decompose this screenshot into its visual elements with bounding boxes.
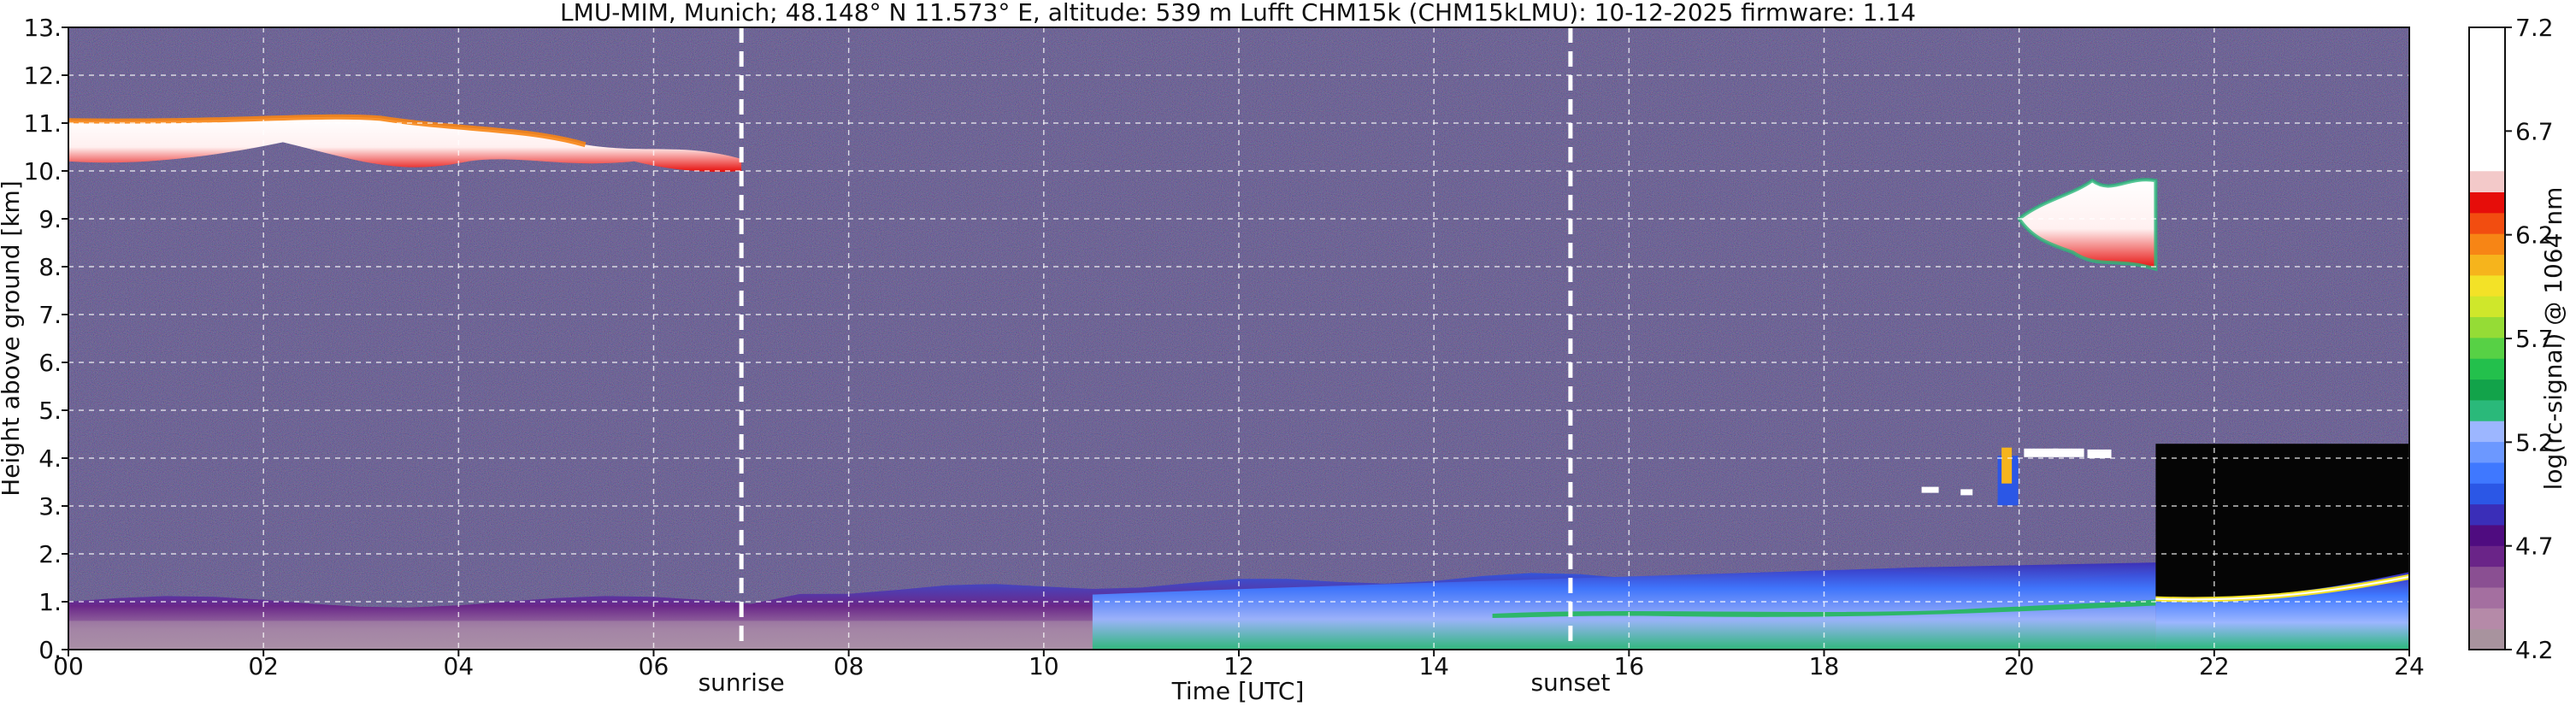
- colorbar-segment: [2469, 399, 2505, 421]
- cloud-echo-mark: [2087, 449, 2112, 458]
- plot-area: [68, 26, 2410, 650]
- colorbar-tick-label: 6.7: [2515, 117, 2554, 145]
- colorbar-segment: [2469, 274, 2505, 297]
- x-axis-label: Time [UTC]: [1171, 677, 1305, 705]
- y-tick-label: 3.: [38, 492, 62, 521]
- y-tick-label: 9.: [38, 205, 62, 233]
- colorbar-segment: [2469, 608, 2505, 630]
- x-tick-label: 22: [2199, 652, 2230, 680]
- colorbar-segment: [2469, 503, 2505, 526]
- title-group: LMU-MIM, Munich; 48.148° N 11.573° E, al…: [560, 0, 1916, 26]
- sun-marker-label: sunset: [1530, 668, 1610, 697]
- lidar-figure: LMU-MIM, Munich; 48.148° N 11.573° E, al…: [0, 0, 2567, 705]
- colorbar-segment: [2469, 233, 2505, 256]
- y-tick-label: 0.: [38, 636, 62, 664]
- colorbar: 4.24.75.25.76.26.77.2 log(rc-signal) @ 1…: [2468, 14, 2567, 664]
- colorbar-segment: [2469, 358, 2505, 380]
- colorbar-segment: [2469, 191, 2505, 214]
- y-tick-label: 1.: [38, 588, 62, 616]
- y-tick-label: 2.: [38, 540, 62, 568]
- colorbar-segment: [2469, 421, 2505, 443]
- y-tick-label: 13.: [23, 14, 62, 42]
- y-tick-label: 11.: [23, 109, 62, 138]
- chart-title: LMU-MIM, Munich; 48.148° N 11.573° E, al…: [560, 0, 1916, 26]
- colorbar-segment: [2469, 441, 2505, 463]
- colorbar-tick-label: 7.2: [2515, 14, 2554, 42]
- x-tick-label: 08: [834, 652, 864, 680]
- x-axis: 00 02 04 06 08 10 12 14 16 18 20 22 24 Time [UTC] su…: [53, 650, 2425, 705]
- colorbar-segment: [2469, 379, 2505, 401]
- cloud-echo-mark: [1960, 489, 1973, 496]
- y-tick-label: 7.: [38, 301, 62, 329]
- colorbar-segment: [2469, 462, 2505, 484]
- y-tick-label: 8.: [38, 253, 62, 281]
- cloud-echo-mark: [2001, 447, 2013, 484]
- x-tick-label: 16: [1614, 652, 1645, 680]
- colorbar-segment: [2469, 254, 2505, 276]
- colorbar-label: log(rc-signal) @ 1064 nm: [2539, 187, 2567, 491]
- x-tick-label: 02: [248, 652, 279, 680]
- colorbar-segment: [2469, 296, 2505, 318]
- colorbar-segment: [2469, 483, 2505, 505]
- x-tick-label: 18: [1809, 652, 1840, 680]
- colorbar-segment: [2469, 316, 2505, 338]
- data-gap-shape: [2155, 444, 2409, 597]
- x-tick-label: 06: [639, 652, 669, 680]
- colorbar-segment: [2469, 212, 2505, 234]
- colorbar-segment: [2469, 524, 2505, 546]
- colorbar-segment: [2469, 628, 2505, 650]
- x-tick-label: 20: [2004, 652, 2035, 680]
- colorbar-tick-label: 4.2: [2515, 636, 2554, 664]
- x-tick-label: 04: [444, 652, 475, 680]
- colorbar-segment: [2469, 27, 2505, 172]
- sun-marker-label: sunrise: [699, 668, 785, 697]
- x-tick-label: 10: [1029, 652, 1059, 680]
- colorbar-segment: [2469, 171, 2505, 193]
- y-ticks: 0. 1. 2. 3. 4. 5. 6. 7. 8. 9. 10. 11. 12. 13.: [23, 14, 68, 664]
- colorbar-segment: [2469, 566, 2505, 588]
- y-tick-label: 4.: [38, 444, 62, 473]
- y-tick-label: 10.: [23, 157, 62, 185]
- colorbar-segment: [2469, 545, 2505, 568]
- x-ticks: 00 02 04 06 08 10 12 14 16 18 20 22 24: [53, 650, 2425, 680]
- y-axis: 0. 1. 2. 3. 4. 5. 6. 7. 8. 9. 10. 11. 12. 13. Height …: [0, 14, 68, 664]
- x-tick-label: 24: [2394, 652, 2425, 680]
- x-tick-label: 14: [1418, 652, 1449, 680]
- colorbar-segment: [2469, 337, 2505, 359]
- colorbar-segments: [2469, 27, 2505, 650]
- y-tick-label: 12.: [23, 62, 62, 90]
- cloud-echo-mark: [2024, 448, 2059, 457]
- y-tick-label: 6.: [38, 349, 62, 377]
- colorbar-tick-label: 4.7: [2515, 532, 2554, 561]
- y-tick-label: 5.: [38, 397, 62, 425]
- cloud-echo-mark: [1921, 486, 1939, 493]
- y-axis-label: Height above ground [km]: [0, 180, 25, 497]
- colorbar-segment: [2469, 586, 2505, 609]
- cloud-echo-mark: [2053, 448, 2084, 457]
